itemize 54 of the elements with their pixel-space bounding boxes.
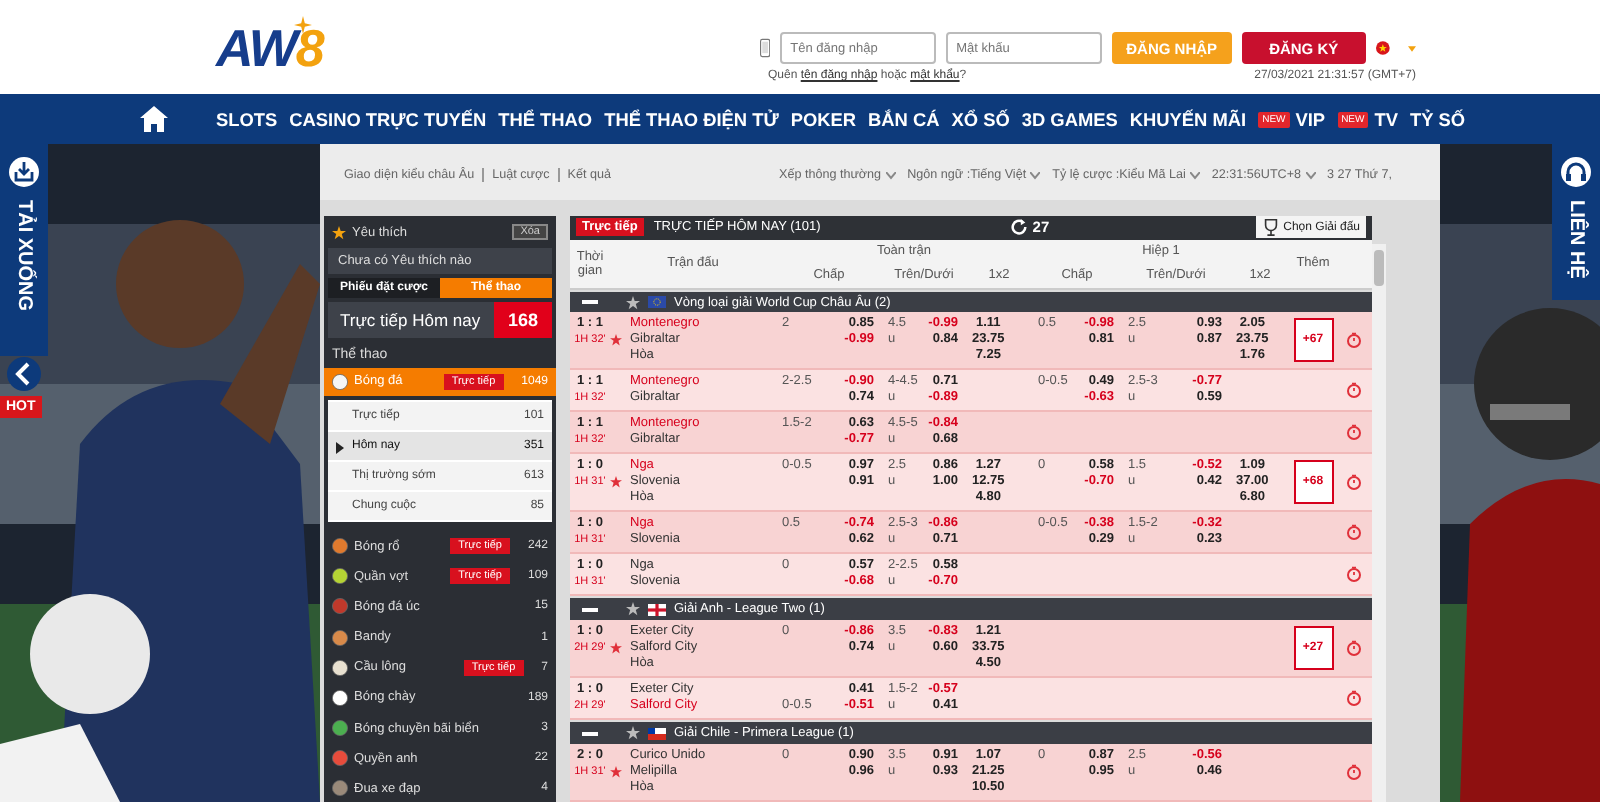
flag-icon [648, 603, 666, 616]
timer-icon[interactable] [1346, 424, 1362, 441]
ball-icon [332, 373, 348, 390]
headset-icon [1560, 156, 1592, 188]
nav-item[interactable]: THỂ THAO [498, 109, 593, 129]
nav-item[interactable]: BẮN CÁ [868, 109, 940, 129]
count-badge: 168 [493, 302, 552, 339]
timer-icon[interactable] [1346, 764, 1362, 781]
logo[interactable]: AW8 [212, 12, 323, 84]
chevron-icon [1030, 171, 1041, 179]
nav-item[interactable]: THỂ THAO ĐIỆN TỬ [604, 109, 779, 129]
nav-item[interactable]: CASINO TRỰC TUYẾN [289, 109, 487, 129]
nav-item[interactable]: TỶ SỐ [1409, 109, 1466, 129]
star-icon[interactable] [626, 295, 640, 310]
chevron-icon [1189, 171, 1200, 179]
timer-icon[interactable] [1346, 690, 1362, 707]
timer-icon[interactable] [1346, 640, 1362, 657]
flag-icon[interactable] [1376, 36, 1390, 60]
timer-icon[interactable] [1346, 524, 1362, 541]
download-tab[interactable]: TẢI XUỐNG [0, 144, 48, 356]
nav-item[interactable]: KHUYẾN MÃI [1129, 109, 1247, 129]
chevron-icon [1305, 171, 1316, 179]
nav-item[interactable]: POKER [790, 109, 857, 129]
timer-icon[interactable] [1346, 474, 1362, 491]
contact-tab[interactable]: LIÊN HỆ [1552, 144, 1600, 300]
scrollbar[interactable] [1372, 244, 1386, 802]
collapse-icon[interactable] [582, 607, 598, 612]
nav-item[interactable]: SLOTS [216, 109, 278, 129]
collapse-icon[interactable] [582, 731, 598, 736]
nav-item[interactable]: XỔ SỐ [951, 109, 1010, 129]
timer-icon[interactable] [1346, 332, 1362, 349]
download-icon [8, 156, 40, 188]
star-icon[interactable] [626, 726, 640, 741]
refresh-icon [1010, 218, 1029, 237]
pointer-icon [336, 441, 344, 453]
nav-item[interactable]: 3D GAMES [1021, 109, 1118, 129]
caret-icon[interactable] [1408, 43, 1416, 53]
favorite-star-icon[interactable] [610, 642, 622, 655]
star-icon[interactable] [626, 602, 640, 617]
nav-item[interactable]: TV [1374, 109, 1398, 129]
nav-item[interactable]: VIP [1295, 109, 1326, 129]
flag-icon [648, 296, 666, 309]
timer-icon[interactable] [1346, 566, 1362, 583]
live-today-bar[interactable]: Trực tiếp Hôm nay 168 [328, 302, 552, 339]
collapse-icon[interactable] [582, 300, 598, 305]
favorite-star-icon[interactable] [610, 766, 622, 779]
timer-icon[interactable] [1346, 382, 1362, 399]
star-icon [332, 225, 346, 239]
flag-icon [648, 727, 666, 740]
favorite-star-icon[interactable] [610, 334, 622, 347]
home-icon[interactable] [140, 106, 168, 132]
favorite-star-icon[interactable] [610, 476, 622, 489]
chevron-icon [885, 171, 896, 179]
live-today-label: Trực tiếp Hôm nay [340, 310, 481, 331]
